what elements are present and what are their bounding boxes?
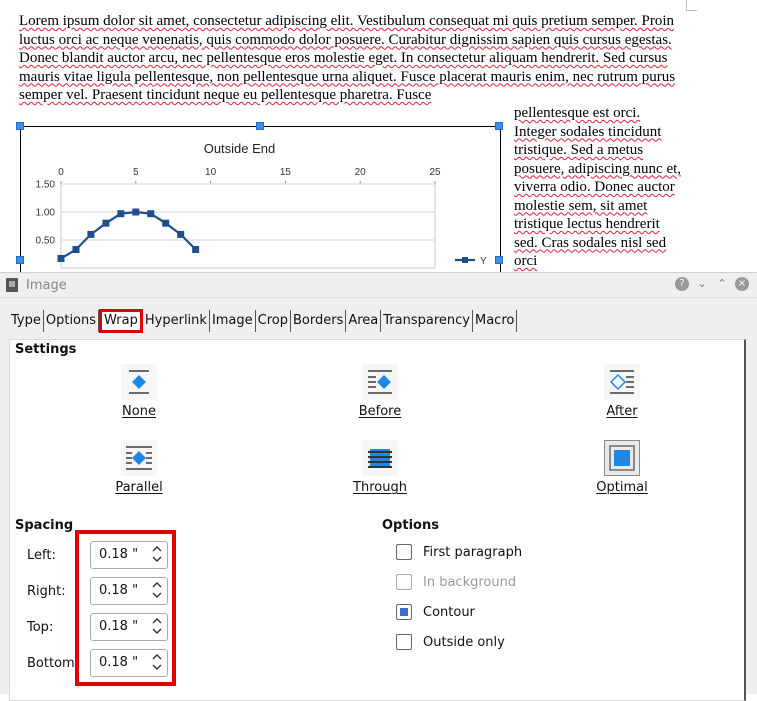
options-section-title: Options <box>382 518 439 533</box>
wrap-option-label: Parallel <box>115 480 163 495</box>
option-outside-only[interactable]: Outside only <box>396 634 505 650</box>
chart-plot: 0 5 10 15 20 25 1.50 1.00 0.50 Y <box>36 167 487 269</box>
wrap-option-none[interactable]: None <box>79 364 199 419</box>
close-icon[interactable]: × <box>735 277 749 291</box>
settings-section-title: Settings <box>15 342 77 357</box>
data-point <box>57 254 65 262</box>
tab-area[interactable]: Area <box>346 310 382 332</box>
plot-area <box>60 183 436 269</box>
tab-crop[interactable]: Crop <box>256 310 291 332</box>
wrap-option-before[interactable]: Before <box>320 364 440 419</box>
y-tick-label: 1.50 <box>36 180 56 191</box>
option-contour[interactable]: Contour <box>396 604 475 620</box>
wrap-option-through[interactable]: Through <box>320 440 440 495</box>
data-point <box>117 210 125 218</box>
x-tick-label: 0 <box>58 167 64 178</box>
tab-transparency[interactable]: Transparency <box>381 310 473 332</box>
x-tick-label: 5 <box>133 167 139 178</box>
wrap-option-label: After <box>606 404 638 419</box>
option-label: Contour <box>423 604 475 620</box>
option-first-paragraph[interactable]: First paragraph <box>396 544 522 560</box>
y-tick-label: 1.00 <box>36 208 56 219</box>
y-tick-label: 0.50 <box>36 236 56 247</box>
wrap-through-icon <box>362 440 398 476</box>
wrap-before-icon <box>362 364 398 400</box>
checkbox-icon[interactable] <box>396 544 412 560</box>
wrap-option-after[interactable]: After <box>562 364 682 419</box>
legend-label: Y <box>480 256 487 267</box>
checkbox-icon[interactable] <box>396 634 412 650</box>
spacing-section-title: Spacing <box>15 518 74 533</box>
help-icon[interactable]: ? <box>675 277 689 291</box>
checkbox-icon[interactable] <box>396 604 412 620</box>
spacing-label-left: Left: <box>27 548 56 563</box>
data-point <box>162 219 170 227</box>
dialog-tab-bar: Type Options Wrap Hyperlink Image Crop Borders… <box>9 309 518 333</box>
tab-options[interactable]: Options <box>44 310 100 332</box>
chevron-down-icon[interactable]: ⌄ <box>695 277 709 291</box>
wrap-option-label: Before <box>358 404 402 419</box>
dialog-title: Image <box>26 277 67 293</box>
wrap-parallel-icon <box>121 440 157 476</box>
spacing-label-top: Top: <box>27 620 54 635</box>
tab-wrap[interactable]: Wrap <box>99 309 143 333</box>
tab-macro[interactable]: Macro <box>473 310 518 332</box>
option-label: In background <box>423 574 517 590</box>
x-tick-label: 20 <box>355 167 367 178</box>
wrap-option-parallel[interactable]: Parallel <box>79 440 199 495</box>
data-point <box>102 219 110 227</box>
chevron-up-icon[interactable]: ⌃ <box>715 277 729 291</box>
data-point <box>147 210 155 218</box>
wrap-none-icon <box>121 364 157 400</box>
x-tick-label: 15 <box>280 167 292 178</box>
data-point <box>72 246 80 254</box>
wrap-optimal-icon <box>604 440 640 476</box>
x-tick-label: 25 <box>429 167 441 178</box>
series-line <box>60 210 197 260</box>
option-in-background[interactable]: In background <box>396 574 516 590</box>
x-tick-label: 10 <box>205 167 217 178</box>
spacing-highlight-box <box>75 530 176 686</box>
data-point <box>192 246 200 254</box>
document-canvas[interactable]: Lorem ipsum dolor sit amet, consectetur … <box>0 0 757 272</box>
wrap-option-optimal[interactable]: Optimal <box>562 440 682 495</box>
option-label: First paragraph <box>423 544 523 560</box>
wrap-option-label: None <box>122 404 156 419</box>
tab-image[interactable]: Image <box>210 310 256 332</box>
wrap-option-label: Through <box>353 480 407 495</box>
spacing-label-right: Right: <box>27 584 66 599</box>
tab-borders[interactable]: Borders <box>291 310 347 332</box>
legend-marker <box>462 257 468 263</box>
dialog-titlebar: Image ? ⌄ ⌃ × <box>0 273 757 298</box>
tab-type[interactable]: Type <box>9 310 44 332</box>
wrap-after-icon <box>604 364 640 400</box>
checkbox-icon[interactable] <box>396 574 412 590</box>
data-point <box>132 208 140 216</box>
tab-hyperlink[interactable]: Hyperlink <box>143 310 210 332</box>
data-point <box>177 230 185 238</box>
wrap-option-label: Optimal <box>596 480 648 495</box>
image-dialog-icon <box>6 278 18 292</box>
spacing-label-bottom: Bottom <box>27 656 75 671</box>
data-point <box>87 230 95 238</box>
option-label: Outside only <box>423 634 505 650</box>
